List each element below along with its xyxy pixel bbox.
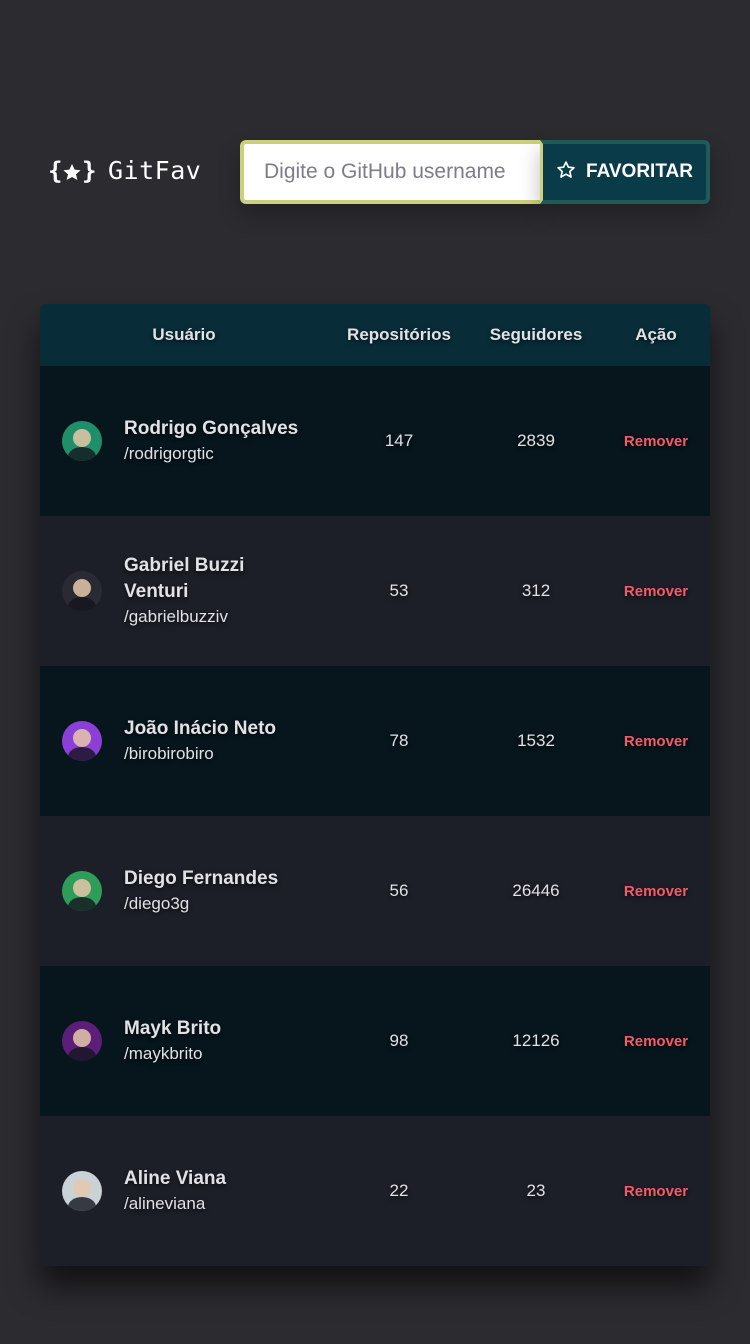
- followers-count: 12126: [512, 1031, 560, 1050]
- user-login: /gabrielbuzziv: [124, 607, 228, 626]
- user-cell: Aline Viana /alineviana: [40, 1166, 328, 1216]
- svg-text:}: }: [82, 157, 96, 185]
- remove-button[interactable]: Remover: [624, 583, 688, 600]
- column-header-user: Usuário: [152, 325, 216, 344]
- user-name: Mayk Brito: [124, 1018, 222, 1039]
- user-login: /alineviana: [124, 1194, 206, 1213]
- followers-count: 312: [521, 581, 551, 600]
- user-info: João Inácio Neto /birobirobiro: [124, 716, 276, 766]
- user-login: /maykbrito: [124, 1044, 203, 1063]
- action-cell: Remover: [602, 666, 710, 816]
- action-cell: Remover: [602, 816, 710, 966]
- remove-button[interactable]: Remover: [624, 1033, 688, 1050]
- repos-count: 98: [389, 1031, 409, 1050]
- column-header-followers: Seguidores: [489, 325, 583, 344]
- action-cell: Remover: [602, 516, 710, 666]
- action-cell: Remover: [602, 366, 710, 516]
- user-info: Diego Fernandes /diego3g: [124, 866, 278, 916]
- action-cell: Remover: [602, 1116, 710, 1266]
- table-row: Diego Fernandes /diego3g 56 26446 Remove…: [40, 816, 710, 966]
- repos-count: 56: [389, 881, 409, 900]
- followers-count: 23: [526, 1181, 546, 1200]
- table-row: Gabriel Buzzi Venturi /gabrielbuzziv 53 …: [40, 516, 710, 666]
- user-name: Diego Fernandes: [124, 868, 279, 889]
- user-name: João Inácio Neto: [124, 718, 277, 739]
- table-row: João Inácio Neto /birobirobiro 78 1532 R…: [40, 666, 710, 816]
- user-info: Aline Viana /alineviana: [124, 1166, 226, 1216]
- table-body: Rodrigo Gonçalves /rodrigorgtic 147 2839…: [40, 366, 710, 1266]
- remove-button[interactable]: Remover: [624, 1183, 688, 1200]
- column-header-repos: Repositórios: [347, 325, 451, 344]
- user-cell: Mayk Brito /maykbrito: [40, 1016, 328, 1066]
- star-braces-icon: { }: [48, 157, 96, 185]
- remove-button[interactable]: Remover: [624, 433, 688, 450]
- action-cell: Remover: [602, 966, 710, 1116]
- user-login: /birobirobiro: [124, 744, 214, 763]
- user-cell: João Inácio Neto /birobirobiro: [40, 716, 328, 766]
- user-name: Aline Viana: [124, 1168, 227, 1189]
- remove-button[interactable]: Remover: [624, 733, 688, 750]
- repos-count: 78: [389, 731, 409, 750]
- github-username-input[interactable]: [240, 140, 540, 204]
- repos-count: 22: [389, 1181, 409, 1200]
- followers-count: 2839: [517, 431, 555, 450]
- app-root: { } GitFav FAVORITAR: [0, 0, 750, 1344]
- avatar: [62, 871, 102, 911]
- repos-count: 53: [389, 581, 409, 600]
- avatar: [62, 571, 102, 611]
- header: { } GitFav FAVORITAR: [40, 140, 710, 204]
- avatar: [62, 1171, 102, 1211]
- avatar: [62, 1021, 102, 1061]
- favorite-button-label: FAVORITAR: [586, 161, 693, 182]
- table-row: Aline Viana /alineviana 22 23 Remover: [40, 1116, 710, 1266]
- user-cell: Rodrigo Gonçalves /rodrigorgtic: [40, 416, 328, 466]
- repos-count: 147: [384, 431, 414, 450]
- user-name: Rodrigo Gonçalves: [124, 418, 299, 439]
- table-row: Rodrigo Gonçalves /rodrigorgtic 147 2839…: [40, 366, 710, 516]
- logo: { } GitFav: [48, 156, 201, 185]
- table-header-row: Usuário Repositórios Seguidores Ação: [40, 304, 710, 366]
- logo-text: GitFav: [108, 156, 202, 185]
- user-name: Gabriel Buzzi Venturi: [124, 555, 245, 602]
- search-form: FAVORITAR: [240, 140, 710, 204]
- svg-text:{: {: [48, 157, 63, 185]
- user-info: Gabriel Buzzi Venturi /gabrielbuzziv: [124, 553, 299, 629]
- favorites-table: Usuário Repositórios Seguidores Ação Rod…: [40, 304, 710, 1266]
- followers-count: 1532: [517, 731, 555, 750]
- remove-button[interactable]: Remover: [624, 883, 688, 900]
- avatar: [62, 721, 102, 761]
- favorite-button[interactable]: FAVORITAR: [540, 140, 710, 204]
- table-header: Usuário Repositórios Seguidores Ação: [40, 304, 710, 366]
- user-cell: Diego Fernandes /diego3g: [40, 866, 328, 916]
- user-cell: Gabriel Buzzi Venturi /gabrielbuzziv: [40, 553, 328, 629]
- star-outline-icon: [556, 160, 576, 184]
- followers-count: 26446: [512, 881, 560, 900]
- user-info: Rodrigo Gonçalves /rodrigorgtic: [124, 416, 298, 466]
- table-row: Mayk Brito /maykbrito 98 12126 Remover: [40, 966, 710, 1116]
- avatar: [62, 421, 102, 461]
- column-header-action: Ação: [635, 325, 677, 344]
- user-login: /diego3g: [124, 894, 190, 913]
- user-login: /rodrigorgtic: [124, 444, 214, 463]
- favorites-table-container: Usuário Repositórios Seguidores Ação Rod…: [40, 304, 710, 1266]
- user-info: Mayk Brito /maykbrito: [124, 1016, 221, 1066]
